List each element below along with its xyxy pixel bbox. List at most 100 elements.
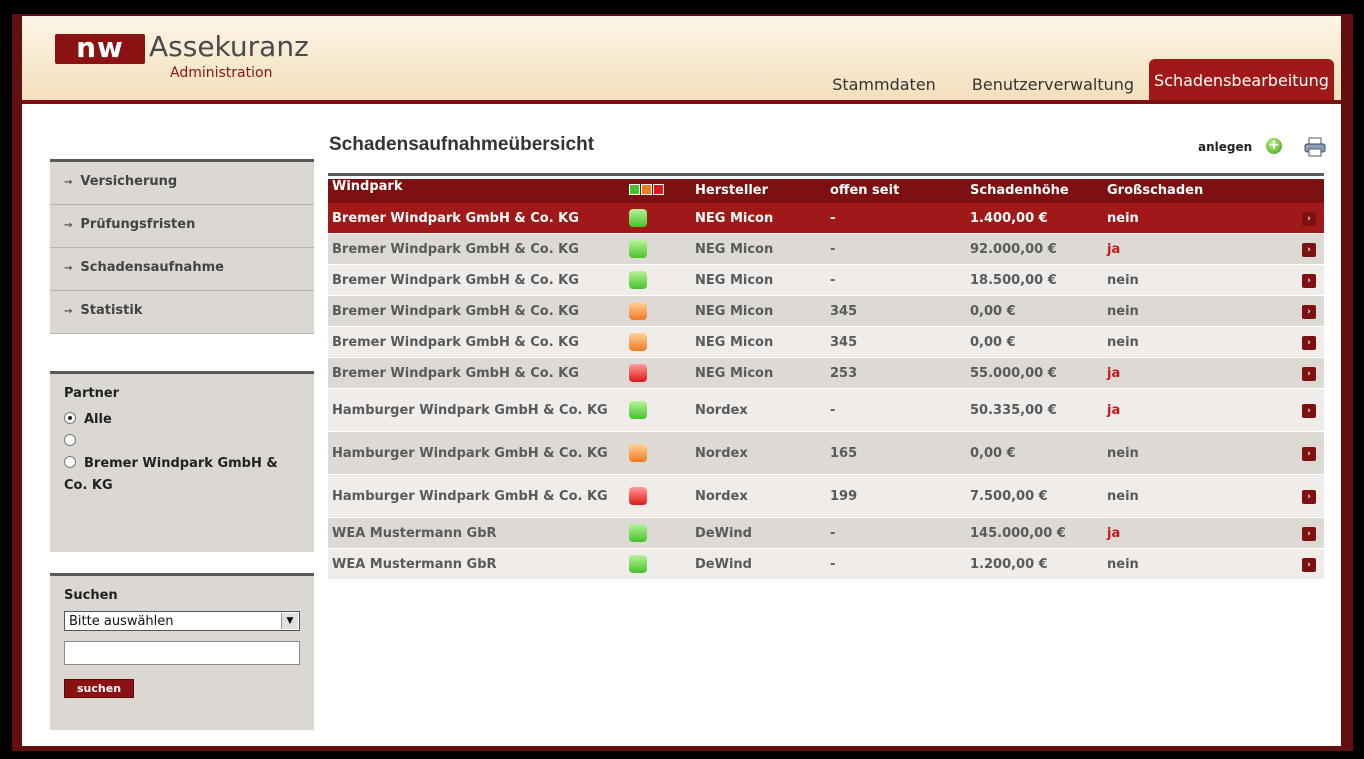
- cell-windpark: Bremer Windpark GmbH & Co. KG: [332, 303, 579, 319]
- search-input[interactable]: [64, 641, 300, 665]
- chevron-right-icon[interactable]: ›: [1302, 212, 1316, 226]
- search-select[interactable]: Bitte auswählen ▼: [64, 611, 300, 631]
- header-windpark[interactable]: Windpark: [328, 179, 625, 203]
- cell-action: ›: [1294, 445, 1324, 461]
- sidebar-item-pruefungsfristen[interactable]: → Prüfungsfristen: [50, 205, 314, 248]
- cell-offen-seit: 345: [830, 334, 858, 350]
- table-row[interactable]: Bremer Windpark GmbH & Co. KG NEG Micon 34…: [328, 327, 1324, 358]
- cell-action: ›: [1294, 272, 1324, 288]
- cell-status: [625, 524, 695, 542]
- cell-windpark: WEA Mustermann GbR: [332, 525, 497, 541]
- table-row[interactable]: Bremer Windpark GmbH & Co. KG NEG Micon - 9…: [328, 234, 1324, 265]
- sidebar-item-statistik[interactable]: → Statistik: [50, 291, 314, 334]
- cell-action: ›: [1294, 556, 1324, 572]
- sidebar-item-versicherung[interactable]: → Versicherung: [50, 162, 314, 205]
- table-row[interactable]: Bremer Windpark GmbH & Co. KG NEG Micon - 1…: [328, 265, 1324, 296]
- tab-schadensbearbeitung[interactable]: Schadensbearbeitung: [1149, 59, 1334, 100]
- header-status-legend: [625, 179, 695, 203]
- cell-action: ›: [1294, 488, 1324, 504]
- cell-schadenhoehe: 50.335,00 €: [970, 402, 1057, 418]
- radio-label: Alle: [84, 412, 112, 427]
- cell-schadenhoehe: 145.000,00 €: [970, 525, 1066, 541]
- header-hersteller[interactable]: Hersteller: [695, 179, 830, 203]
- table-header: Windpark Hersteller offen seit Schadenhö…: [328, 179, 1324, 203]
- header-schadenhoehe[interactable]: Schadenhöhe: [970, 179, 1107, 203]
- cell-offen-seit: 199: [830, 488, 858, 504]
- cell-action: ›: [1294, 525, 1324, 541]
- chevron-right-icon[interactable]: ›: [1302, 527, 1316, 541]
- partner-option-alle[interactable]: Alle: [64, 409, 300, 431]
- status-green-icon: [629, 555, 647, 573]
- partner-option-bremer[interactable]: Bremer Windpark GmbH & Co. KG: [64, 453, 300, 497]
- partner-option-empty[interactable]: [64, 431, 300, 453]
- cell-status: [625, 444, 695, 462]
- status-green-icon: [629, 524, 647, 542]
- cell-grossschaden: nein: [1107, 303, 1139, 319]
- cell-windpark: Bremer Windpark GmbH & Co. KG: [332, 334, 579, 350]
- header-offen-seit[interactable]: offen seit: [830, 179, 970, 203]
- radio-button[interactable]: [64, 434, 76, 446]
- legend-green-square: [629, 184, 640, 195]
- cell-status: [625, 487, 695, 505]
- chevron-right-icon[interactable]: ›: [1302, 274, 1316, 288]
- cell-hersteller: DeWind: [695, 525, 752, 541]
- table-row[interactable]: Bremer Windpark GmbH & Co. KG NEG Micon 25…: [328, 358, 1324, 389]
- cell-action: ›: [1294, 365, 1324, 381]
- cell-grossschaden: ja: [1107, 241, 1121, 257]
- cell-grossschaden: nein: [1107, 334, 1139, 350]
- cell-windpark: Bremer Windpark GmbH & Co. KG: [332, 241, 579, 257]
- page: nw Assekuranz Administration Stammdaten …: [22, 16, 1341, 746]
- radio-button[interactable]: [64, 456, 76, 468]
- header-grossschaden[interactable]: Großschaden: [1107, 179, 1294, 203]
- chevron-right-icon[interactable]: ›: [1302, 336, 1316, 350]
- chevron-right-icon[interactable]: ›: [1302, 367, 1316, 381]
- tab-stammdaten[interactable]: Stammdaten: [825, 70, 943, 100]
- table-row[interactable]: WEA Mustermann GbR DeWind - 1.200,00 € nein ›: [328, 549, 1324, 580]
- chevron-right-icon[interactable]: ›: [1302, 404, 1316, 418]
- status-orange-icon: [629, 444, 647, 462]
- table-row[interactable]: Hamburger Windpark GmbH & Co. KG Nordex 19…: [328, 475, 1324, 518]
- status-green-icon: [629, 240, 647, 258]
- cell-action: ›: [1294, 402, 1324, 418]
- cell-hersteller: Nordex: [695, 402, 748, 418]
- cell-status: [625, 364, 695, 382]
- cell-status: [625, 240, 695, 258]
- cell-status: [625, 271, 695, 289]
- table-row[interactable]: Bremer Windpark GmbH & Co. KG NEG Micon - 1…: [328, 203, 1324, 234]
- table-top-rule: [328, 173, 1324, 176]
- status-red-icon: [629, 364, 647, 382]
- table-row[interactable]: Hamburger Windpark GmbH & Co. KG Nordex 16…: [328, 432, 1324, 475]
- radio-button[interactable]: [64, 412, 76, 424]
- chevron-down-icon[interactable]: ▼: [281, 613, 298, 629]
- plus-circle-icon[interactable]: +: [1266, 138, 1282, 154]
- cell-windpark: Hamburger Windpark GmbH & Co. KG: [332, 445, 608, 461]
- cell-windpark: Hamburger Windpark GmbH & Co. KG: [332, 488, 608, 504]
- add-link[interactable]: anlegen: [1198, 140, 1252, 154]
- cell-action: ›: [1294, 210, 1324, 226]
- arrow-right-icon: →: [64, 177, 73, 188]
- chevron-right-icon[interactable]: ›: [1302, 490, 1316, 504]
- printer-icon[interactable]: [1304, 137, 1326, 157]
- chevron-right-icon[interactable]: ›: [1302, 447, 1316, 461]
- cell-hersteller: NEG Micon: [695, 334, 774, 350]
- arrow-right-icon: →: [64, 220, 73, 231]
- status-green-icon: [629, 209, 647, 227]
- search-panel: Suchen Bitte auswählen ▼ suchen: [50, 573, 314, 730]
- cell-windpark: Bremer Windpark GmbH & Co. KG: [332, 272, 579, 288]
- chevron-right-icon[interactable]: ›: [1302, 558, 1316, 572]
- sidebar-nav: → Versicherung → Prüfungsfristen → Schadens…: [50, 159, 314, 334]
- table-row[interactable]: Bremer Windpark GmbH & Co. KG NEG Micon 34…: [328, 296, 1324, 327]
- table-row[interactable]: Hamburger Windpark GmbH & Co. KG Nordex - 5…: [328, 389, 1324, 432]
- search-button[interactable]: suchen: [64, 679, 135, 698]
- cell-windpark: Bremer Windpark GmbH & Co. KG: [332, 210, 579, 226]
- cell-status: [625, 209, 695, 227]
- cell-schadenhoehe: 1.200,00 €: [970, 556, 1048, 572]
- tab-benutzerverwaltung[interactable]: Benutzerverwaltung: [962, 70, 1144, 100]
- select-value: Bitte auswählen: [69, 614, 174, 629]
- radio-label: Bremer Windpark GmbH & Co. KG: [64, 456, 278, 493]
- sidebar-item-schadensaufnahme[interactable]: → Schadensaufnahme: [50, 248, 314, 291]
- legend-orange-square: [641, 184, 652, 195]
- chevron-right-icon[interactable]: ›: [1302, 305, 1316, 319]
- chevron-right-icon[interactable]: ›: [1302, 243, 1316, 257]
- table-row[interactable]: WEA Mustermann GbR DeWind - 145.000,00 € ja ›: [328, 518, 1324, 549]
